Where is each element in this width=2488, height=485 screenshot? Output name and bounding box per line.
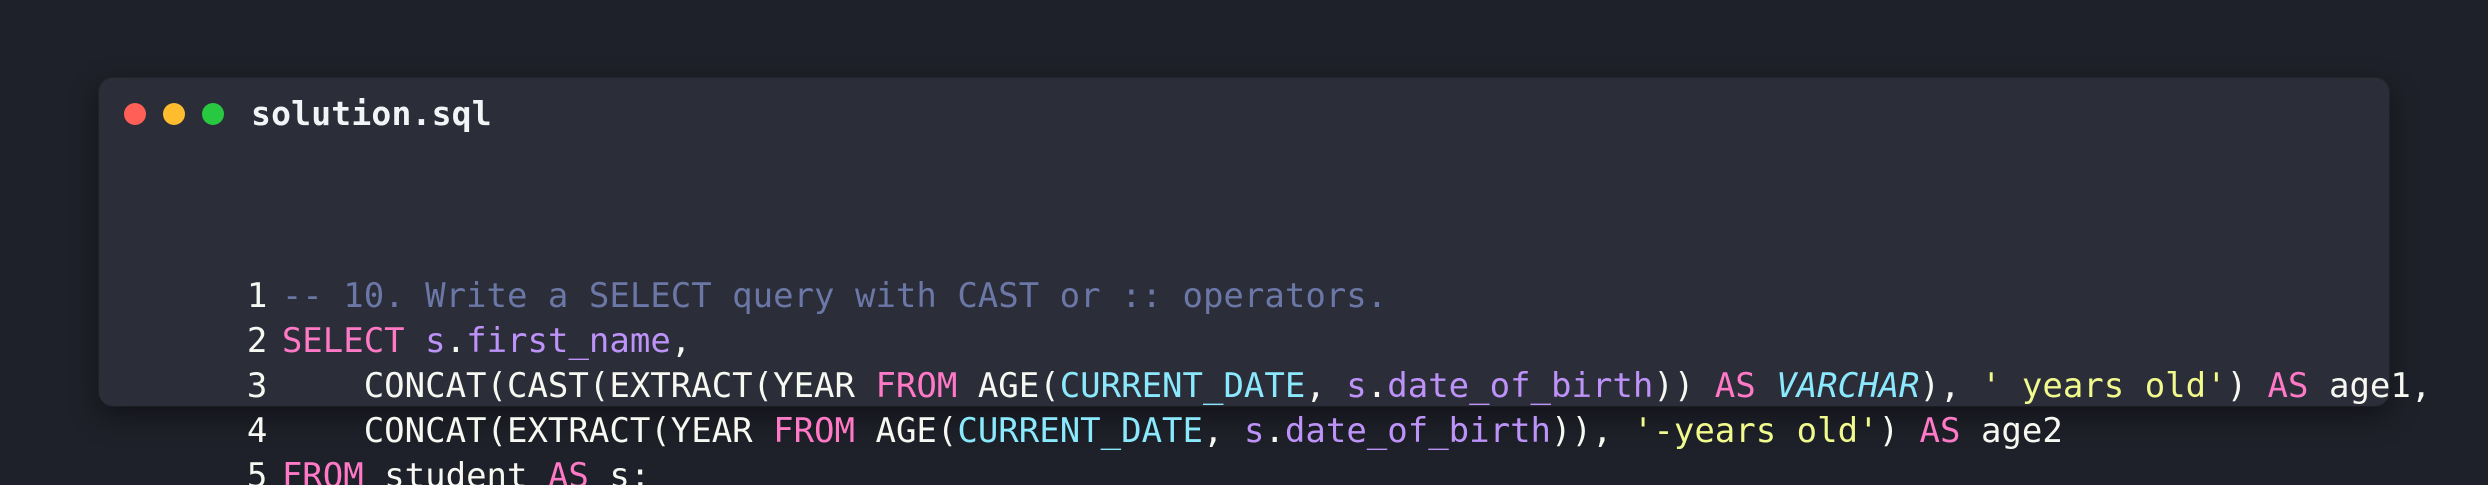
code-window: solution.sql 1 -- 10. Write a SELECT quer… bbox=[99, 78, 2431, 485]
code-token: , bbox=[1203, 411, 1244, 451]
minimize-dot-icon[interactable] bbox=[163, 103, 185, 125]
zoom-dot-icon[interactable] bbox=[202, 103, 224, 125]
code-token: FROM bbox=[773, 411, 855, 451]
code-line: 5 FROM student AS s; bbox=[124, 409, 651, 485]
code-token: age1, bbox=[2308, 366, 2432, 406]
code-token: AGE( bbox=[855, 411, 958, 451]
code-token: AS bbox=[1919, 411, 1961, 451]
code-token: date_of_birth bbox=[1284, 411, 1552, 451]
line-content: FROM student AS s; bbox=[282, 456, 651, 485]
code-token: s bbox=[1243, 411, 1265, 451]
close-dot-icon[interactable] bbox=[124, 103, 146, 125]
window-titlebar: solution.sql bbox=[99, 78, 2389, 153]
code-token: '-years old' bbox=[1632, 411, 1879, 451]
line-number: 5 bbox=[246, 456, 268, 485]
code-token: age2 bbox=[1960, 411, 2063, 451]
code-token: student bbox=[363, 456, 548, 485]
code-line: 1 -- 10. Write a SELECT query with CAST o… bbox=[124, 229, 1387, 316]
code-token: . bbox=[1264, 411, 1285, 451]
code-token: AS bbox=[2267, 366, 2309, 406]
code-token: )), bbox=[1551, 411, 1633, 451]
code-token: AS bbox=[547, 456, 589, 485]
code-token: s; bbox=[588, 456, 651, 485]
code-line: 4 CONCAT(EXTRACT(YEAR FROM AGE(CURRENT_D… bbox=[124, 364, 2063, 451]
code-token: FROM bbox=[281, 456, 364, 485]
code-token: ) bbox=[2226, 366, 2268, 406]
code-line: 2 SELECT s.first_name, bbox=[124, 274, 691, 361]
filename-label: solution.sql bbox=[251, 94, 492, 133]
code-token: CURRENT_DATE bbox=[957, 411, 1203, 451]
code-line: 3 CONCAT(CAST(EXTRACT(YEAR FROM AGE(CURR… bbox=[124, 319, 2432, 406]
code-token: ) bbox=[1878, 411, 1920, 451]
